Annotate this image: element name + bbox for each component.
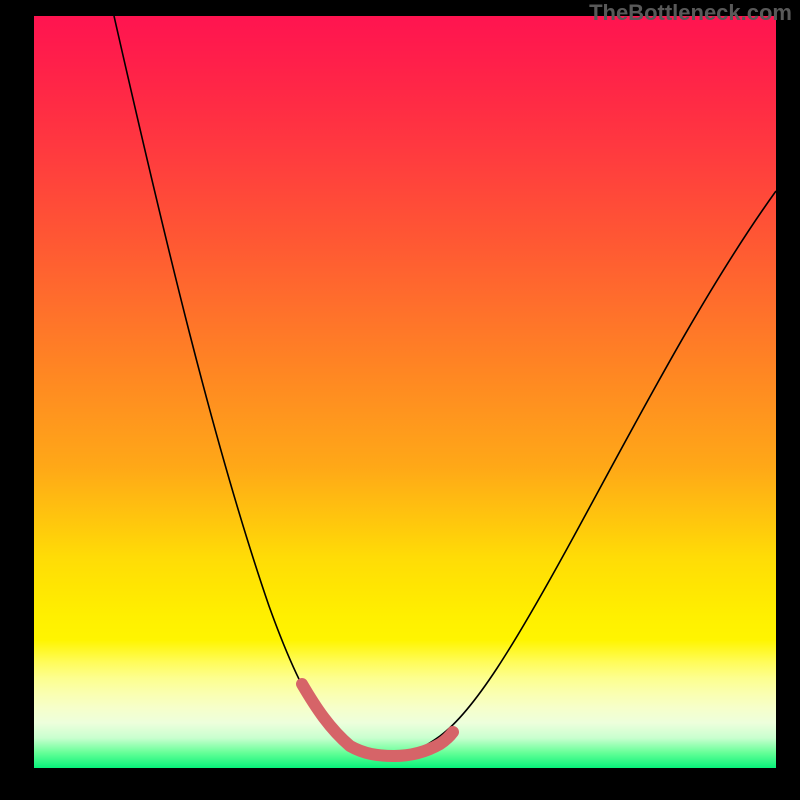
chart-svg (34, 16, 776, 768)
bottleneck-curve (114, 16, 776, 756)
chart-frame: TheBottleneck.com (0, 0, 800, 800)
optimal-band-right (394, 732, 453, 756)
optimal-band-left (302, 684, 394, 756)
watermark: TheBottleneck.com (589, 0, 792, 26)
